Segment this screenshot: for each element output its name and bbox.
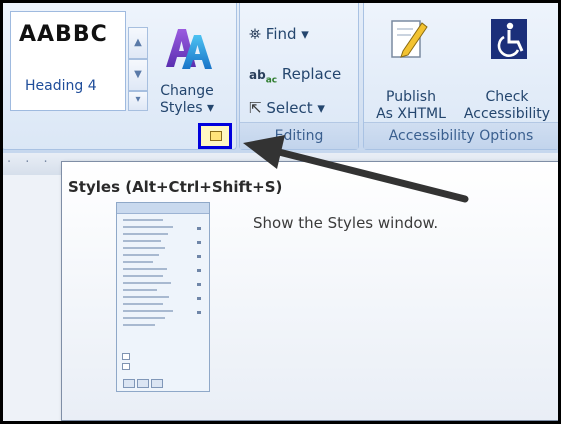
screenshot-frame: AABBC Heading 4 ▲ ▼ ▾ Change Styles ▾ Ed…	[0, 0, 561, 424]
annotation-arrow	[243, 135, 469, 203]
